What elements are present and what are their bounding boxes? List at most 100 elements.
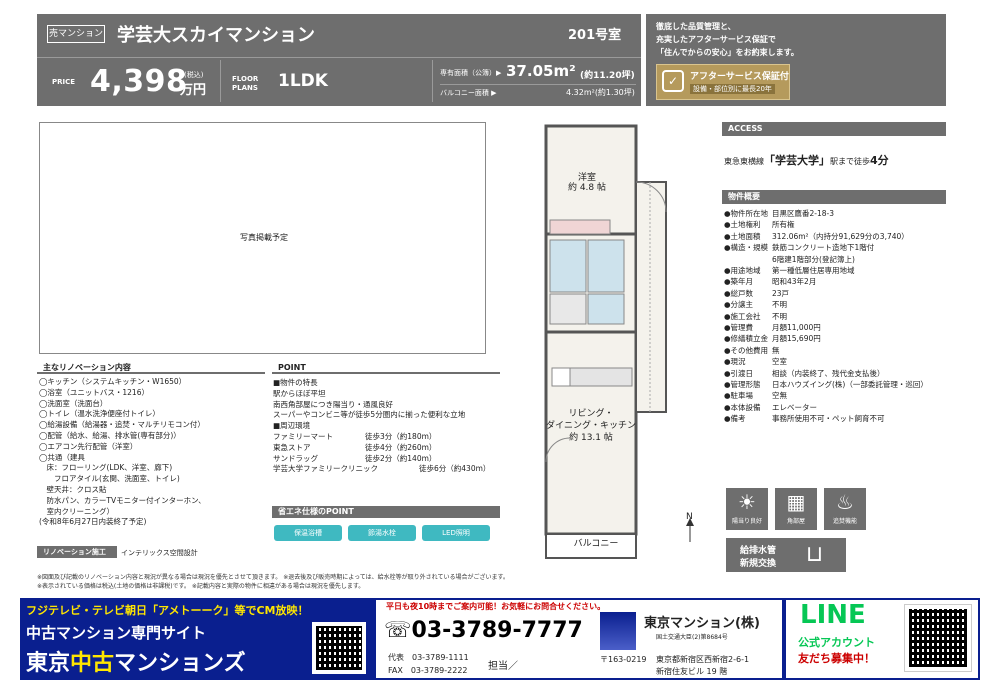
list-item: 室内クリーニング） [39,506,114,516]
table-row: ●駐車場 空無 [724,391,787,401]
list-item: 防水パン、カラーTVモニター付インターホン、 [39,495,206,505]
sale-tag: 売マンション [47,25,105,43]
list-item: ◯配管（給水、給湯、排水管(専有部分)） [39,430,181,440]
divider [440,84,636,85]
qr-code[interactable] [312,622,366,674]
access-info: 東急東横線「学芸大学」駅まで徒歩4分 [724,154,889,167]
eco-pill-led: LED照明 [422,525,490,541]
disclaimer-notes: ※図面及び記載のリノベーション内容と現況が異なる場合は現況を優先とさせて頂きます… [37,574,509,590]
license-number: 国土交通大臣(2)第8684号 [656,634,728,641]
eco-pill-faucet: 節湯水栓 [348,525,416,541]
table-row: ●物件所在地 目黒区鷹番2-18-3 [724,209,834,218]
company-name: 東京マンション(株) [644,616,760,631]
table-row: ●土地権利 所有権 [724,220,795,230]
phone-main[interactable]: ☏03-3789-7777 [384,618,583,643]
features-head: ■物件の特長 [273,378,318,387]
pipe-badge: 給排水管 新規交換 ⊔ [726,538,846,572]
list-item: ◯浴室（ユニットバス・1216） [39,387,149,397]
line-qr-code[interactable] [904,604,972,672]
table-row: ●築年月 昭和43年2月 [724,277,817,287]
table-row: ●現況 空室 [724,357,787,367]
list-item: (令和8年6月27日内装終了予定) [39,517,147,527]
pipe-icon: ⊔ [806,542,824,567]
table-row: ●引渡日 相談（内装終了、残代金支払後） [724,368,885,378]
feature-item: 南西角部屋につき陽当り・通風良好 [273,399,393,409]
table-row: ●管理費 月額11,000円 [724,323,821,332]
price-label: PRICE [52,78,76,86]
list-item: 壁天井：クロス貼 [39,484,107,494]
builder-name: インテリックス空間設計 [121,549,198,557]
table-row: ●構造・規模 鉄筋コンクリート造地下1階付 [724,243,875,253]
balcony-value: 4.32m²(約1.30坪) [566,88,635,97]
company-logo [600,612,636,650]
price-value: 4,398 [90,64,188,99]
line-sub-2: 友だち募集中！ [798,652,875,665]
pipe-label-2: 新規交換 [740,559,777,569]
point-title: POINT [272,361,500,374]
divider [432,60,433,102]
list-item: ◯洗面室（洗面台） [39,398,108,408]
env-row: 学芸大学ファミリークリニック 徒歩6分（約430m） [273,464,491,474]
room-number: 201号室 [568,28,622,43]
env-row: サンドラッグ 徒歩2分（約140m） [273,453,437,463]
promo-line-2: 充実したアフターサービス保証で [656,35,776,44]
ldk-label-1: リビング・ [568,409,614,419]
charge-label: 担当／ [488,661,518,672]
address-2: 新宿住友ビル 19 階 [656,667,728,676]
line-sub-1: 公式アカウント [798,636,875,649]
area-tsubo: (約11.20坪) [580,71,635,81]
area-value: 37.05m² [506,62,576,80]
builder-label: リノベーション施工 [37,546,117,558]
bath-icon: ♨ 追焚機能 [824,488,866,530]
access-title: ACCESS [722,122,946,136]
table-row: ●備考 事務所使用不可・ペット飼育不可 [724,414,885,424]
warranty-title: アフターサービス保証付 [690,72,789,82]
table-row: ●その他費用無 [724,345,780,355]
table-row: ●総戸数 23戸 [724,288,790,298]
zip-code: 〒163-0219 [600,655,647,664]
price-unit: 万円 [180,83,207,98]
floor-plan-value: 1LDK [278,71,328,91]
table-row: ●土地面積 312.06m²（内持分91,629分の3,740） [724,231,909,241]
promo-line-3: 「住んでからの安心」をお約束します。 [656,48,799,57]
balcony-label: バルコニー [573,539,619,549]
site-label-1: 中古マンション専門サイト [26,624,207,642]
sun-icon: ☀ 陽当り良好 [726,488,768,530]
pipe-label-1: 給排水管 [740,546,777,556]
list-item: ◯給湯設備（給湯器・追焚・マルチリモコン付） [39,420,205,430]
table-row: ●本体設備 エレベーター [724,402,817,412]
north-label: N [686,512,693,522]
divider [220,60,221,102]
ldk-label-2: ダイニング・キッチン [545,421,636,431]
address-1: 東京都新宿区西新宿2-6-1 [656,655,750,664]
phone-icon: ☏ [384,618,412,643]
table-row: ●修繕積立金 月額15,690円 [724,334,821,344]
eco-pill-bath: 保温浴槽 [274,525,342,541]
balcony-label: バルコニー面積 ▶ [440,89,497,97]
site-label-2: 東京中古マンションズ [26,651,246,676]
floor-label-1: FLOOR [232,75,259,83]
renovation-title: 主なリノベーション内容 [37,361,265,374]
tv-cm-text: フジテレビ・テレビ朝日「アメトーーク」等でCM放映！ [26,604,309,617]
table-row: ●分譲主 不明 [724,300,787,310]
room-western-size: 約 4.8 帖 [567,183,607,193]
promo-line-1: 徹底した品質管理と、 [656,22,736,31]
rep-phone: 代表 03-3789-1111 [388,653,469,662]
list-item: ◯共通（建具 [39,452,85,462]
table-row: ●施工会社 不明 [724,311,787,321]
list-item: 床：フローリング(LDK、洋室、廊下) [39,463,173,473]
renovation-list: ◯キッチン（システムキッチン・W1650） ◯浴室（ユニットバス・1216） ◯… [39,377,206,528]
line-title: LINE [800,600,866,630]
floor-label-2: PLANS [232,84,258,92]
warranty-check-icon: ✓ [662,70,684,92]
env-row: ファミリーマート 徒歩3分（約180m） [273,431,437,441]
area-label: 専有面積（公簿）▶ [440,69,502,77]
warranty-sub: 設備・部位別に最長20年 [690,84,775,94]
list-item: ◯エアコン先行配管（洋室） [39,441,138,451]
env-row: 東急ストア 徒歩4分（約260m） [273,442,437,452]
list-item: ◯トイレ（温水洗浄便座付トイレ） [39,409,160,419]
feature-item: スーパーやコンビニ等が徒歩5分圏内に揃った便利な立地 [273,410,466,420]
table-row: ●用途地域 第一種低層住居専用地域 [724,266,855,275]
feature-item: 駅からほぼ平坦 [273,388,326,398]
point-list: ■物件の特長 駅からほぼ平坦 南西角部屋につき陽当り・通風良好 スーパーやコンビ… [273,378,503,475]
